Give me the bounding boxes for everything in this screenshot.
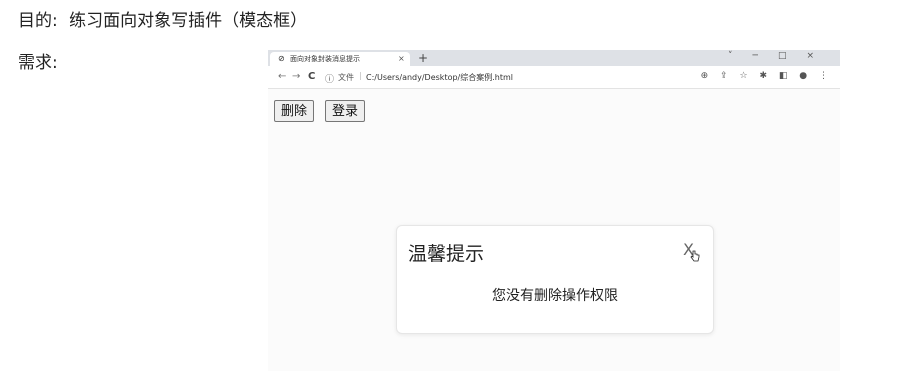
- browser-toolbar: ← → C ⓘ 文件 | C:/Users/andy/Desktop/综合案例.…: [268, 66, 840, 89]
- purpose-label: 目的:: [18, 11, 58, 31]
- extensions-icon[interactable]: ✱: [759, 71, 767, 81]
- url-divider: |: [359, 71, 362, 80]
- requirement-label: 需求:: [18, 53, 58, 73]
- star-icon[interactable]: ☆: [740, 71, 748, 81]
- forward-icon[interactable]: →: [292, 71, 300, 82]
- tab-close-button[interactable]: ×: [398, 52, 405, 66]
- toolbar-icons: ⊕ ⇪ ☆ ✱ ◧ ● ⋮: [692, 71, 828, 81]
- browser-screenshot: ⊘ 面向对象封装消息提示 × + ˅─□× ← → C ⓘ 文件 | C:/Us…: [268, 50, 840, 371]
- modal-dialog: 温馨提示 X 您没有删除操作权限: [396, 225, 714, 334]
- url-scheme-label: 文件: [338, 73, 354, 82]
- new-tab-button[interactable]: +: [418, 50, 428, 66]
- modal-title: 温馨提示: [408, 243, 485, 265]
- login-button[interactable]: 登录: [325, 100, 366, 122]
- info-icon[interactable]: ⓘ: [325, 72, 334, 85]
- purpose-text: 练习面向对象写插件（模态框）: [69, 11, 308, 31]
- zoom-icon[interactable]: ⊕: [701, 71, 709, 81]
- tab-bar: ⊘ 面向对象封装消息提示 × + ˅─□×: [268, 50, 840, 66]
- menu-icon[interactable]: ⋮: [819, 71, 828, 81]
- profile-icon[interactable]: ●: [799, 71, 807, 81]
- browser-tab[interactable]: ⊘ 面向对象封装消息提示 ×: [270, 52, 410, 66]
- modal-message: 您没有删除操作权限: [492, 288, 618, 304]
- reload-icon[interactable]: C: [308, 71, 315, 82]
- back-icon[interactable]: ←: [278, 71, 286, 82]
- share-icon[interactable]: ⇪: [720, 71, 728, 81]
- purpose-line: 目的: 练习面向对象写插件（模态框）: [18, 6, 307, 31]
- globe-icon: ⊘: [278, 54, 285, 63]
- delete-button[interactable]: 删除: [274, 100, 315, 122]
- hand-cursor-icon: [690, 250, 700, 262]
- sidepanel-icon[interactable]: ◧: [779, 71, 788, 81]
- tab-title: 面向对象封装消息提示: [290, 55, 360, 63]
- window-controls[interactable]: ˅─□×: [728, 50, 834, 62]
- address-bar[interactable]: C:/Users/andy/Desktop/综合案例.html: [366, 72, 513, 83]
